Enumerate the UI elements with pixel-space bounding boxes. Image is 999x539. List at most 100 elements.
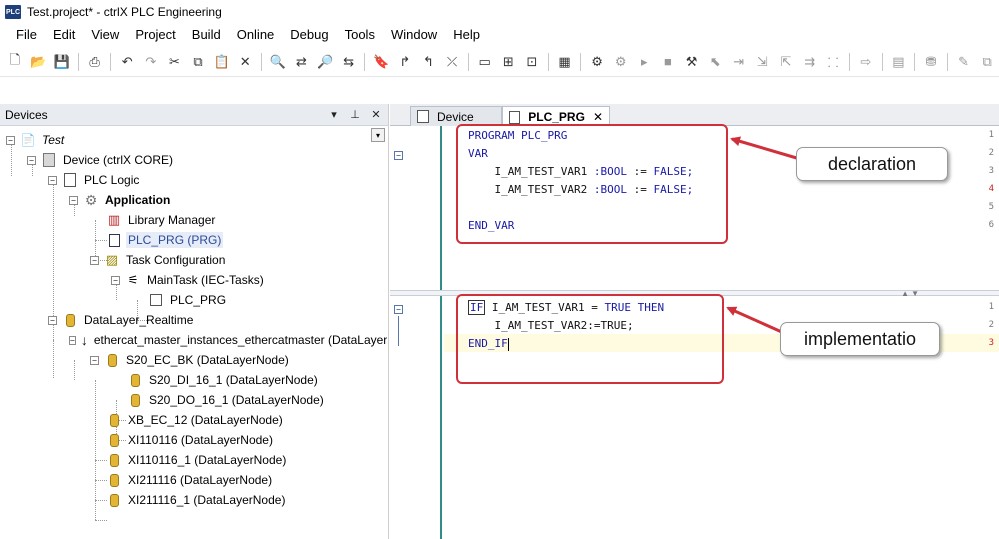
collapse-icon[interactable]: − xyxy=(90,255,99,265)
unforce-values-icon[interactable]: ✎ xyxy=(954,52,974,72)
add-object-icon[interactable]: ⊞ xyxy=(499,52,519,72)
tree-item-plc-logic[interactable]: − PLC Logic xyxy=(48,170,141,190)
clear-bookmarks-icon[interactable]: ⤫ xyxy=(442,52,462,72)
close-tab-icon[interactable]: ✕ xyxy=(593,110,603,124)
build-icon[interactable]: ▦ xyxy=(555,52,575,72)
menu-build[interactable]: Build xyxy=(184,24,229,46)
menu-project[interactable]: Project xyxy=(127,24,183,46)
copy-icon[interactable]: ⧉ xyxy=(188,52,208,72)
menu-window[interactable]: Window xyxy=(383,24,445,46)
tree-item-s20-di[interactable]: S20_DI_16_1 (DataLayerNode) xyxy=(127,370,320,390)
tree-item-label: S20_EC_BK (DataLayerNode) xyxy=(126,353,289,367)
write-values-icon[interactable]: ▤ xyxy=(889,52,909,72)
tree-item-library-manager[interactable]: ▥ Library Manager xyxy=(106,210,217,230)
breakpoint-icon[interactable]: ⸬ xyxy=(823,52,843,72)
replace-icon[interactable]: ⇄ xyxy=(292,52,312,72)
bookmark-icon[interactable]: 🔖 xyxy=(371,52,391,72)
collapse-icon[interactable]: − xyxy=(90,355,99,365)
fold-collapse-icon[interactable]: − xyxy=(394,305,403,314)
menu-help[interactable]: Help xyxy=(445,24,488,46)
panel-menu-icon[interactable]: ▾ xyxy=(325,106,343,124)
reset-icon[interactable]: ⚒ xyxy=(682,52,702,72)
plc-logic-icon xyxy=(62,172,78,188)
collapse-icon[interactable]: − xyxy=(69,195,78,205)
collapse-icon[interactable]: − xyxy=(111,275,120,285)
start-icon[interactable]: ▸ xyxy=(635,52,655,72)
find-in-project-icon[interactable]: 🔎 xyxy=(315,52,335,72)
properties-icon[interactable]: ⊡ xyxy=(522,52,542,72)
print-icon[interactable]: ⎙ xyxy=(85,52,105,72)
tree-item-ethercat-master[interactable]: − ↓ ethercat_master_instances_ethercatma… xyxy=(69,330,387,350)
devices-panel: Devices ▾ ⊥ ✕ − 📄 Test ▾ − Device (ctrlX… xyxy=(0,104,389,539)
tree-item-project[interactable]: − 📄 Test xyxy=(6,130,66,150)
pin-icon[interactable]: ⊥ xyxy=(346,106,364,124)
step-out-icon[interactable]: ⇱ xyxy=(776,52,796,72)
tree-item-label: Device (ctrlX CORE) xyxy=(63,153,174,167)
window-icon[interactable]: ▭ xyxy=(475,52,495,72)
open-folder-icon[interactable]: 📂 xyxy=(29,52,49,72)
tree-item-s20-do[interactable]: S20_DO_16_1 (DataLayerNode) xyxy=(127,390,326,410)
force-values-icon[interactable]: ⛃ xyxy=(921,52,941,72)
line-number: 5 xyxy=(988,202,994,212)
replace-in-project-icon[interactable]: ⇆ xyxy=(339,52,359,72)
tree-item-datalayer[interactable]: − DataLayer_Realtime xyxy=(48,310,195,330)
find-icon[interactable]: 🔍 xyxy=(268,52,288,72)
tree-item-application[interactable]: − ⚙ Application xyxy=(69,190,172,210)
toolbar-separator xyxy=(261,52,263,71)
tree-item-label: XI110116_1 (DataLayerNode) xyxy=(128,453,287,467)
toolbar: 🗋 📂 💾 ⎙ ↶ ↷ ✂ ⧉ 📋 ✕ 🔍 ⇄ 🔎 ⇆ 🔖 ↱ ↰ ⤫ ▭ ⊞ … xyxy=(0,47,999,77)
redo-icon[interactable]: ↷ xyxy=(141,52,161,72)
step-into-icon[interactable]: ⇲ xyxy=(753,52,773,72)
run-to-cursor-icon[interactable]: ⇉ xyxy=(800,52,820,72)
close-panel-icon[interactable]: ✕ xyxy=(367,106,385,124)
collapse-icon[interactable]: − xyxy=(69,335,76,345)
chevron-down-icon[interactable]: ▾ xyxy=(371,128,385,142)
tree-item-xi110116-1[interactable]: XI110116_1 (DataLayerNode) xyxy=(106,450,288,470)
tree-item-plc-prg[interactable]: PLC_PRG (PRG) xyxy=(106,230,386,250)
cut-icon[interactable]: ✂ xyxy=(165,52,185,72)
previous-bookmark-icon[interactable]: ↰ xyxy=(419,52,439,72)
tree-item-main-task-prg[interactable]: PLC_PRG xyxy=(148,290,228,310)
tree-item-label: Library Manager xyxy=(128,213,216,227)
tab-device[interactable]: Device xyxy=(410,106,502,126)
next-bookmark-icon[interactable]: ↱ xyxy=(395,52,415,72)
tree-item-label: Test xyxy=(42,133,65,147)
tree-item-main-task[interactable]: − ⚟ MainTask (IEC-Tasks) xyxy=(111,270,266,290)
fold-guide xyxy=(398,316,399,346)
menu-file[interactable]: File xyxy=(0,24,45,46)
paste-icon[interactable]: 📋 xyxy=(212,52,232,72)
tree-item-xi211116[interactable]: XI211116 (DataLayerNode) xyxy=(106,470,274,490)
next-statement-icon[interactable]: ⇨ xyxy=(856,52,876,72)
tree-item-label: XI211116 (DataLayerNode) xyxy=(128,473,273,487)
collapse-icon[interactable]: − xyxy=(48,315,57,325)
stop-icon[interactable]: ■ xyxy=(658,52,678,72)
tree-item-xb-ec[interactable]: XB_EC_12 (DataLayerNode) xyxy=(106,410,285,430)
tab-label: Device xyxy=(437,109,474,124)
tree-item-task-configuration[interactable]: − ▨ Task Configuration xyxy=(90,250,227,270)
tree-item-xi110116[interactable]: XI110116 (DataLayerNode) xyxy=(106,430,275,450)
new-file-icon[interactable]: 🗋 xyxy=(5,52,25,72)
menu-tools[interactable]: Tools xyxy=(337,24,383,46)
copy-values-icon[interactable]: ⧉ xyxy=(977,52,997,72)
collapse-icon[interactable]: − xyxy=(48,175,57,185)
save-icon[interactable]: 💾 xyxy=(52,52,72,72)
toolbar-separator xyxy=(946,52,948,71)
menu-debug[interactable]: Debug xyxy=(282,24,336,46)
step-over-icon[interactable]: ⇥ xyxy=(729,52,749,72)
collapse-icon[interactable]: − xyxy=(27,155,36,165)
undo-icon[interactable]: ↶ xyxy=(117,52,137,72)
tree-item-s20-ec-bk[interactable]: − S20_EC_BK (DataLayerNode) xyxy=(90,350,291,370)
menu-view[interactable]: View xyxy=(83,24,127,46)
logout-icon[interactable]: ⚙ xyxy=(611,52,631,72)
menu-edit[interactable]: Edit xyxy=(45,24,83,46)
tree-item-label: DataLayer_Realtime xyxy=(84,313,194,327)
login-icon[interactable]: ⚙ xyxy=(587,52,607,72)
tree-item-device[interactable]: − Device (ctrlX CORE) xyxy=(27,150,175,170)
collapse-icon[interactable]: − xyxy=(6,135,15,145)
tree-item-label: Task Configuration xyxy=(126,253,226,267)
delete-icon[interactable]: ✕ xyxy=(235,52,255,72)
fold-collapse-icon[interactable]: − xyxy=(394,151,403,160)
arrow-down-icon: ↓ xyxy=(80,332,88,348)
tree-item-xi211116-1[interactable]: XI211116_1 (DataLayerNode) xyxy=(106,490,287,510)
menu-online[interactable]: Online xyxy=(229,24,283,46)
